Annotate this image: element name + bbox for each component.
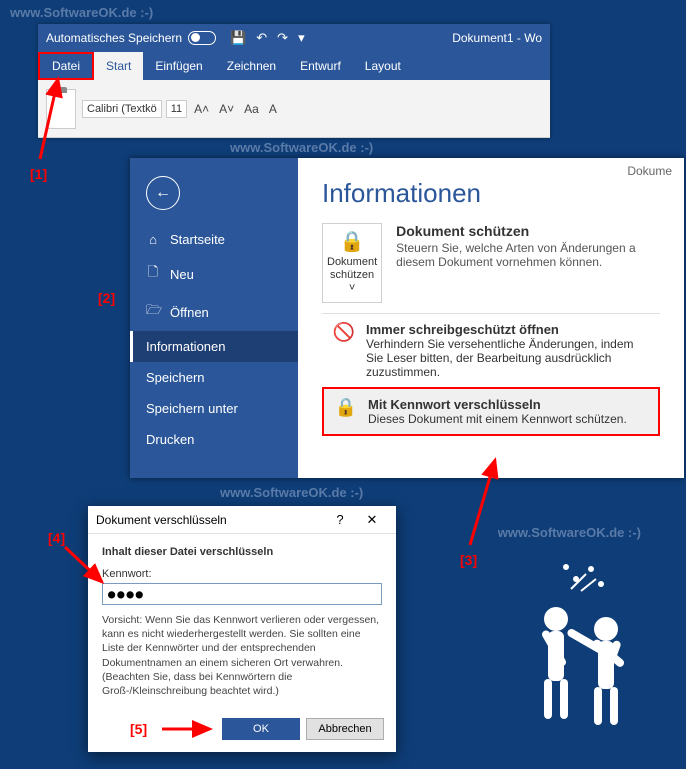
tab-zeichnen[interactable]: Zeichnen [215,52,288,80]
word-window: Automatisches Speichern 💾 ↶ ↷ ▾ Dokument… [38,24,550,138]
change-case-button[interactable]: Aa [241,102,262,116]
watermark: www.SoftwareOK.de :-) [220,485,363,500]
help-button[interactable]: ? [324,512,356,527]
sidebar-item-startseite[interactable]: ⌂Startseite [130,224,298,255]
annotation-3: [3] [460,552,477,568]
shrink-font-button[interactable]: A˅ [216,102,237,116]
protect-menu: 🚫 Immer schreibgeschützt öffnen Verhinde… [322,313,660,436]
close-button[interactable]: ✕ [356,512,388,528]
dialog-heading: Inhalt dieser Datei verschlüsseln [102,546,382,558]
qat-dropdown-icon[interactable]: ▾ [298,30,305,46]
home-icon: ⌂ [146,232,160,247]
titlebar: Automatisches Speichern 💾 ↶ ↷ ▾ Dokument… [38,24,550,52]
sidebar-item-speichern-unter[interactable]: Speichern unter [130,393,298,424]
tab-einfuegen[interactable]: Einfügen [143,52,214,80]
sidebar-item-informationen[interactable]: Informationen [130,331,298,362]
sidebar-item-speichern[interactable]: Speichern [130,362,298,393]
ribbon-home: Calibri (Textkö 11 A˄ A˅ Aa A [38,80,550,138]
arrow-5 [160,721,220,742]
lock-icon: 🔒 [327,230,377,254]
cancel-button[interactable]: Abbrechen [306,718,384,740]
grow-font-button[interactable]: A˄ [191,102,212,116]
annotation-4: [4] [48,530,65,546]
annotation-5: [5] [130,721,147,737]
arrow-1 [30,74,90,169]
decorative-figures [496,549,656,749]
watermark: www.SoftwareOK.de :-) [498,525,641,540]
dialog-titlebar: Dokument verschlüsseln ? ✕ [88,506,396,534]
redo-icon[interactable]: ↷ [277,30,288,46]
readonly-icon: 🚫 [332,322,356,343]
ok-button[interactable]: OK [222,718,300,740]
menu-item-encrypt[interactable]: 🔒 Mit Kennwort verschlüsseln Dieses Doku… [322,387,660,436]
undo-icon[interactable]: ↶ [256,30,267,46]
protect-desc: Steuern Sie, welche Arten von Änderungen… [396,241,660,269]
encrypt-icon: 🔒 [334,397,358,418]
sidebar-item-drucken[interactable]: Drucken [130,424,298,455]
doc-name-label: Dokume [627,158,672,178]
encrypt-title: Mit Kennwort verschlüsseln [368,397,541,412]
encrypt-dialog: Dokument verschlüsseln ? ✕ Inhalt dieser… [88,506,396,752]
autosave-toggle[interactable]: Automatisches Speichern [46,31,216,45]
open-icon: 🗁 [146,301,160,323]
font-name-select[interactable]: Calibri (Textkö [82,100,162,118]
new-icon: 🗋 [146,263,160,285]
readonly-desc: Verhindern Sie versehentliche Änderungen… [366,337,634,379]
menu-item-readonly[interactable]: 🚫 Immer schreibgeschützt öffnen Verhinde… [322,314,660,387]
tab-start[interactable]: Start [94,52,143,80]
tab-layout[interactable]: Layout [353,52,413,80]
protect-document-button[interactable]: 🔒 Dokument schützen ˅ [322,223,382,303]
document-title: Dokument1 - Wo [452,31,542,45]
watermark: www.SoftwareOK.de :-) [10,5,153,20]
save-icon[interactable]: 💾 [230,30,246,46]
clear-format-button[interactable]: A [266,102,280,116]
annotation-1: [1] [30,166,47,182]
ribbon-tabs: Datei Start Einfügen Zeichnen Entwurf La… [38,52,550,80]
tab-entwurf[interactable]: Entwurf [288,52,353,80]
dialog-title: Dokument verschlüsseln [96,513,324,527]
back-button[interactable]: ← [146,176,180,210]
sidebar-item-neu[interactable]: 🗋Neu [130,255,298,293]
backstage-sidebar: ← ⌂Startseite 🗋Neu 🗁Öffnen Informationen… [130,158,298,478]
font-size-select[interactable]: 11 [166,100,187,118]
password-label: Kennwort: [102,568,382,580]
sidebar-item-oeffnen[interactable]: 🗁Öffnen [130,293,298,331]
arrow-3 [450,455,510,555]
dialog-warning: Vorsicht: Wenn Sie das Kennwort verliere… [102,614,379,669]
protect-heading: Dokument schützen [396,223,660,239]
autosave-label: Automatisches Speichern [46,31,182,45]
page-title: Informationen [322,178,660,209]
dialog-note: (Beachten Sie, dass bei Kennwörtern die … [102,671,292,697]
password-input[interactable] [102,583,382,605]
backstage-view: ← ⌂Startseite 🗋Neu 🗁Öffnen Informationen… [130,158,684,478]
arrow-4 [60,542,120,597]
toggle-icon [188,31,216,45]
annotation-2: [2] [98,290,115,306]
watermark: www.SoftwareOK.de :-) [230,140,373,155]
backstage-main: Dokume Informationen 🔒 Dokument schützen… [298,158,684,478]
readonly-title: Immer schreibgeschützt öffnen [366,322,559,337]
encrypt-desc: Dieses Dokument mit einem Kennwort schüt… [368,412,627,426]
